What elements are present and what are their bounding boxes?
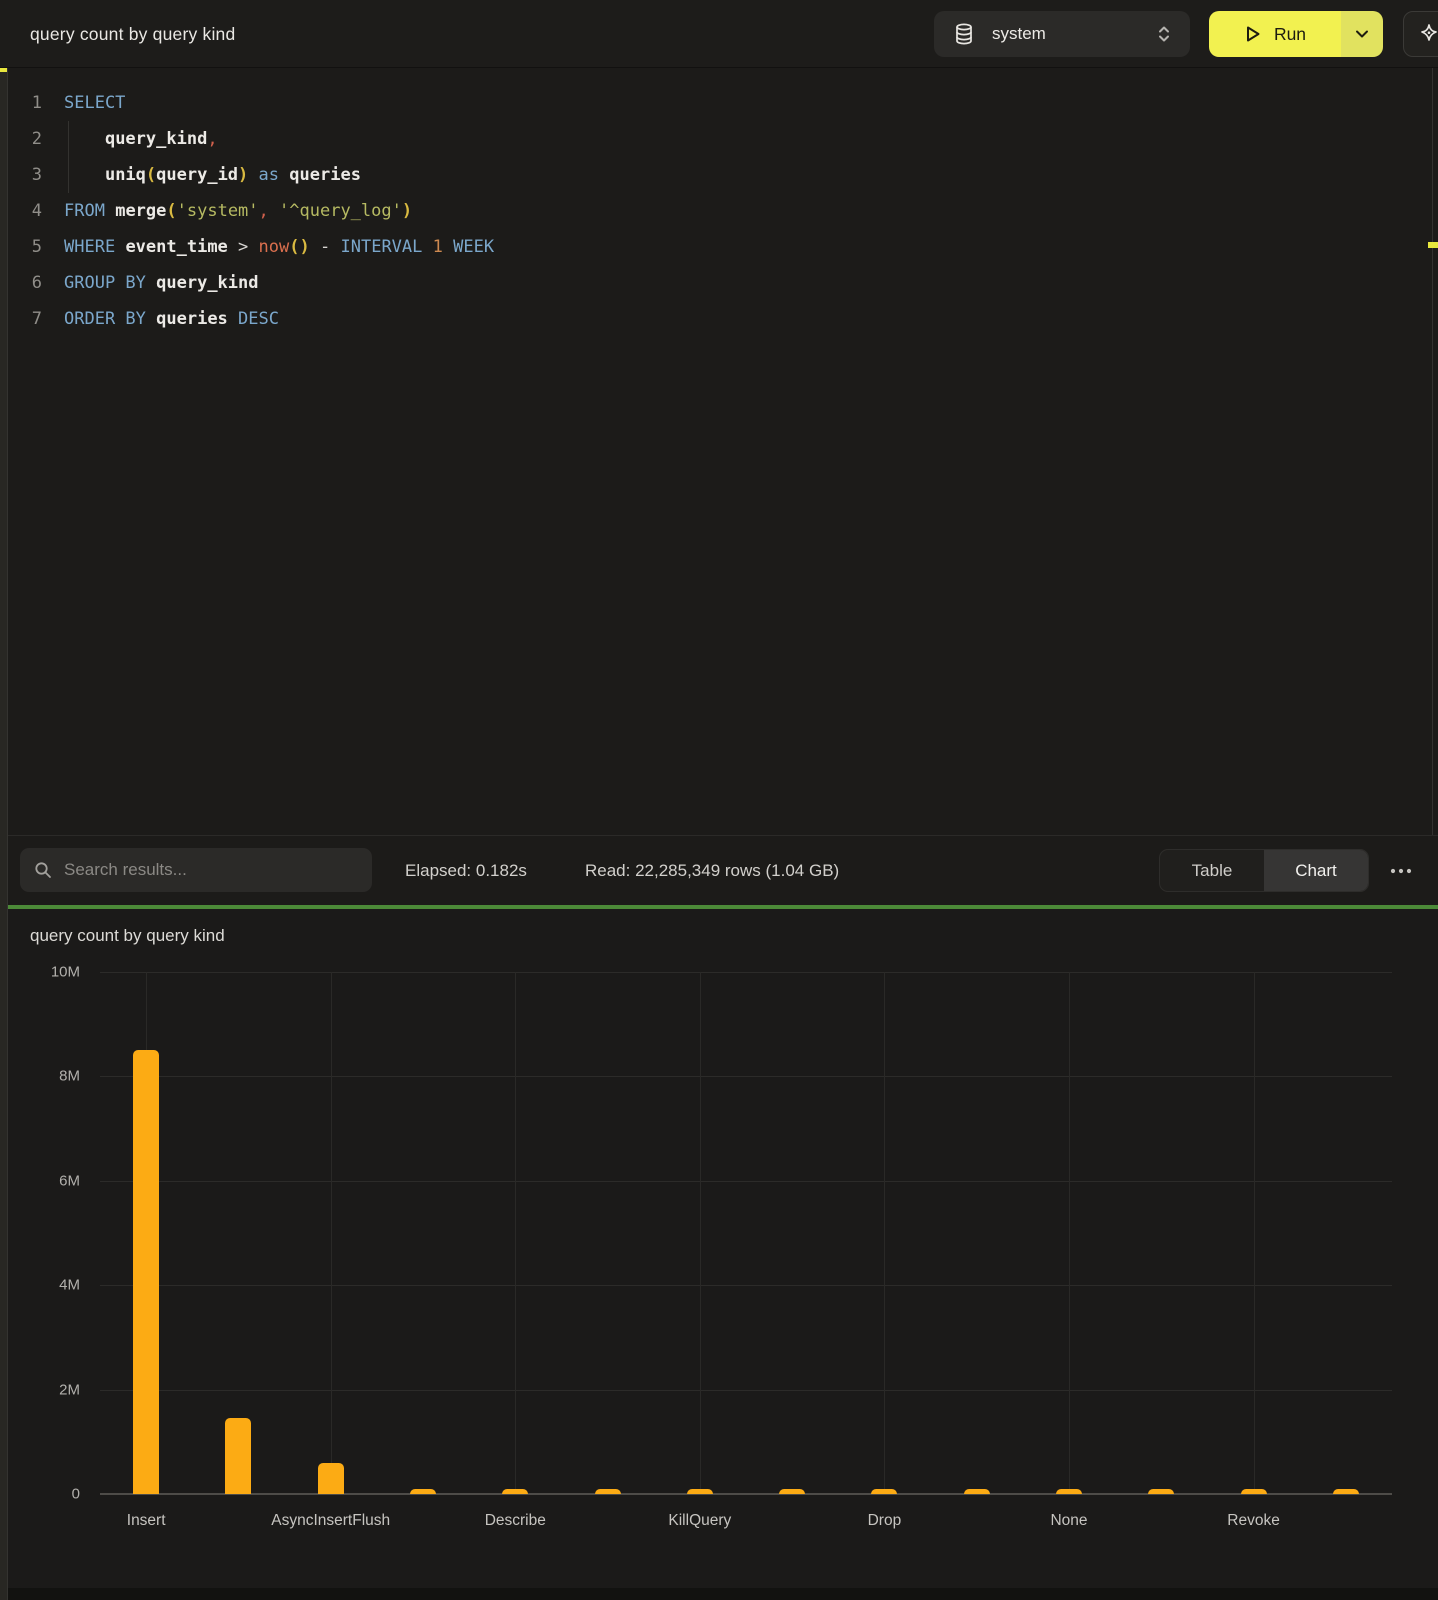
code-line[interactable]: 7 ORDER BY queries DESC: [8, 301, 1432, 337]
x-axis-tick-label: KillQuery: [668, 1512, 731, 1530]
chart-bar[interactable]: [964, 1489, 990, 1494]
query-title: query count by query kind: [30, 0, 235, 68]
chart-bar[interactable]: [1148, 1489, 1174, 1494]
x-axis-tick-label: Revoke: [1227, 1512, 1280, 1530]
vgridline: [1069, 972, 1070, 1494]
y-axis-tick-label: 10M: [51, 964, 80, 981]
y-axis-tick-label: 4M: [59, 1277, 80, 1294]
code-line[interactable]: 1 SELECT: [8, 85, 1432, 121]
code-text: FROM merge('system', '^query_log'): [64, 193, 412, 229]
more-options-button[interactable]: [1381, 849, 1421, 892]
line-number: 6: [8, 265, 42, 301]
overview-ruler-marker: [1428, 242, 1438, 248]
search-box[interactable]: [20, 848, 372, 892]
sql-console-window: query count by query kind system: [0, 0, 1438, 1600]
chart-view-button[interactable]: Chart: [1264, 850, 1368, 891]
search-icon: [34, 861, 52, 879]
code-text: ORDER BY queries DESC: [64, 301, 279, 337]
code-text: uniq(query_id) as queries: [64, 157, 361, 193]
search-results-input[interactable]: [64, 860, 344, 880]
line-number: 7: [8, 301, 42, 337]
code-text: WHERE event_time > now() - INTERVAL 1 WE…: [64, 229, 494, 265]
code-text: query_kind,: [64, 121, 218, 157]
chart-bar-revoke[interactable]: [1241, 1489, 1267, 1494]
chart-bar-describe[interactable]: [502, 1489, 528, 1494]
view-toggle: Table Chart: [1159, 849, 1369, 892]
panel-resize-divider[interactable]: [0, 905, 1438, 909]
code-line[interactable]: 4 FROM merge('system', '^query_log'): [8, 193, 1432, 229]
line-number: 4: [8, 193, 42, 229]
sparkle-icon: [1418, 22, 1438, 46]
results-toolbar: Elapsed: 0.182s Read: 22,285,349 rows (1…: [0, 835, 1438, 905]
x-axis-line: [100, 1493, 1392, 1495]
x-axis-tick-label: AsyncInsertFlush: [271, 1512, 390, 1530]
hgridline: [100, 1181, 1392, 1182]
ai-assist-button[interactable]: [1403, 11, 1438, 57]
table-view-button[interactable]: Table: [1160, 850, 1264, 891]
run-button[interactable]: Run: [1209, 11, 1383, 57]
y-axis-tick-label: 2M: [59, 1381, 80, 1398]
vgridline: [331, 972, 332, 1494]
x-axis-tick-label: Describe: [485, 1512, 546, 1530]
vgridline: [1254, 972, 1255, 1494]
y-axis-tick-label: 6M: [59, 1172, 80, 1189]
database-icon: [954, 23, 974, 45]
vgridline: [884, 972, 885, 1494]
chart-bar-killquery[interactable]: [687, 1489, 713, 1494]
line-number: 5: [8, 229, 42, 265]
line-number: 1: [8, 85, 42, 121]
indent-guide: [68, 121, 69, 193]
hgridline: [100, 1390, 1392, 1391]
code-line[interactable]: 6 GROUP BY query_kind: [8, 265, 1432, 301]
chart-bar[interactable]: [225, 1418, 251, 1494]
chart-bar-none[interactable]: [1056, 1489, 1082, 1494]
chart-plot: 02M4M6M8M10MInsertAsyncInsertFlushDescri…: [100, 972, 1392, 1494]
chart-bar[interactable]: [595, 1489, 621, 1494]
bottom-strip: [0, 1588, 1438, 1600]
code-text: SELECT: [64, 85, 125, 121]
read-stat: Read: 22,285,349 rows (1.04 GB): [585, 836, 839, 906]
topbar: query count by query kind system: [0, 0, 1438, 68]
run-options-button[interactable]: [1341, 11, 1383, 57]
chart-panel: query count by query kind 02M4M6M8M10MIn…: [0, 909, 1438, 1588]
play-icon: [1244, 24, 1262, 44]
vgridline: [700, 972, 701, 1494]
x-axis-tick-label: Insert: [127, 1512, 166, 1530]
line-number: 3: [8, 157, 42, 193]
chevron-down-icon: [1355, 29, 1369, 39]
hgridline: [100, 1076, 1392, 1077]
y-axis-tick-label: 8M: [59, 1068, 80, 1085]
x-axis-tick-label: Drop: [868, 1512, 902, 1530]
ellipsis-icon: [1390, 868, 1412, 874]
sql-editor[interactable]: 1SELECT2 query_kind,3 uniq(query_id) as …: [8, 68, 1432, 835]
editor-code: 1SELECT2 query_kind,3 uniq(query_id) as …: [8, 85, 1432, 337]
x-axis-tick-label: None: [1050, 1512, 1087, 1530]
chart-bar[interactable]: [1333, 1489, 1359, 1494]
editor-right-border: [1432, 68, 1433, 835]
chart-bar-insert[interactable]: [133, 1050, 159, 1494]
hgridline: [100, 972, 1392, 973]
chart-bar[interactable]: [410, 1489, 436, 1494]
database-selector-value: system: [992, 24, 1156, 44]
elapsed-stat: Elapsed: 0.182s: [405, 836, 527, 906]
code-line[interactable]: 3 uniq(query_id) as queries: [8, 157, 1432, 193]
updown-chevron-icon: [1156, 23, 1172, 45]
database-selector[interactable]: system: [934, 11, 1190, 57]
line-number: 2: [8, 121, 42, 157]
code-text: GROUP BY query_kind: [64, 265, 259, 301]
vgridline: [515, 972, 516, 1494]
chart-bar-asyncinsertflush[interactable]: [318, 1463, 344, 1494]
left-rail: [0, 66, 8, 1600]
chart-title: query count by query kind: [30, 926, 225, 946]
run-button-main[interactable]: Run: [1209, 11, 1341, 57]
hgridline: [100, 1285, 1392, 1286]
chart-bar[interactable]: [779, 1489, 805, 1494]
y-axis-tick-label: 0: [72, 1486, 80, 1503]
chart-bar-drop[interactable]: [871, 1489, 897, 1494]
code-line[interactable]: 2 query_kind,: [8, 121, 1432, 157]
code-line[interactable]: 5 WHERE event_time > now() - INTERVAL 1 W…: [8, 229, 1432, 265]
run-button-label: Run: [1274, 24, 1306, 45]
